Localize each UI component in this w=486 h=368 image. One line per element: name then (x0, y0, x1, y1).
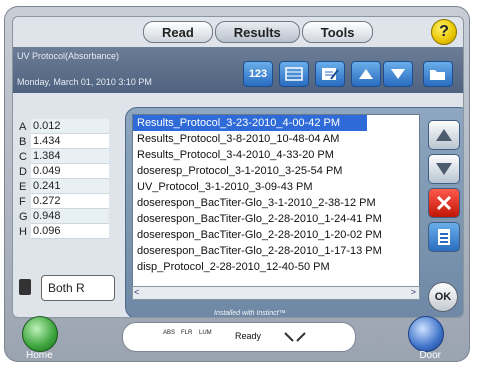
grid-view-icon[interactable] (279, 61, 309, 87)
protocol-date: Monday, March 01, 2010 3:10 PM (17, 77, 152, 87)
move-up-button[interactable] (428, 120, 460, 150)
row-letter: B (19, 135, 27, 148)
scroll-right-icon[interactable]: > (411, 287, 416, 297)
plate-row[interactable]: F 0.272 (19, 194, 109, 209)
file-list-item[interactable]: Results_Protocol_3-23-2010_4-00-42 PM (133, 115, 367, 131)
folder-open-icon[interactable] (423, 61, 453, 87)
row-value: 1.384 (31, 149, 109, 164)
close-x-icon (436, 195, 452, 211)
instrument-frame: Read Results Tools ? UV Protocol(Absorba… (4, 6, 470, 362)
row-value: 0.096 (31, 224, 109, 239)
abs-indicator: ABS (163, 330, 176, 336)
plate-results-column: A 0.012 B 1.434 C 1.384 D 0.049 E 0.241 F 0.272 G 0.9… (19, 119, 109, 239)
details-button[interactable] (428, 222, 460, 252)
row-value: 0.049 (31, 164, 109, 179)
installed-with-note: Installed with Instinct™ (214, 310, 286, 317)
row-value: 0.948 (31, 209, 109, 224)
trash-icon[interactable] (19, 279, 31, 295)
bottom-bar: Home Installed with Instinct™ ABS FLR LU… (4, 306, 470, 362)
flr-indicator: FLR (181, 330, 193, 336)
lum-indicator: LUM (199, 330, 212, 336)
tab-tools[interactable]: Tools (301, 21, 374, 43)
plate-row[interactable]: C 1.384 (19, 149, 109, 164)
row-letter: E (19, 180, 27, 193)
main-tabs: Read Results Tools (143, 21, 374, 43)
row-letter: A (19, 120, 27, 133)
plate-row[interactable]: A 0.012 (19, 119, 109, 134)
move-down-button[interactable] (428, 154, 460, 184)
row-letter: D (19, 165, 27, 178)
protocol-header: UV Protocol(Absorbance) Monday, March 01… (13, 47, 463, 93)
open-results-dialog: Results_Protocol_3-23-2010_4-00-42 PM Res… (125, 107, 463, 317)
results-file-list[interactable]: Results_Protocol_3-23-2010_4-00-42 PM Res… (132, 114, 420, 290)
row-value: 1.434 (31, 134, 109, 149)
plate-row[interactable]: G 0.948 (19, 209, 109, 224)
door-label: Door (419, 350, 441, 361)
row-letter: G (19, 210, 28, 223)
row-value: 0.241 (31, 179, 109, 194)
file-list-item[interactable]: doserespon_BacTiter-Glo_2-28-2010_1-17-1… (133, 243, 419, 259)
file-list-item[interactable]: Results_Protocol_3-4-2010_4-33-20 PM (133, 147, 419, 163)
status-ready: Ready (235, 331, 262, 341)
row-value: 0.012 (31, 119, 109, 134)
file-list-item[interactable]: Results_Protocol_3-8-2010_10-48-04 AM (133, 131, 419, 147)
edit-note-icon[interactable] (315, 61, 345, 87)
triangle-down-icon (436, 163, 452, 175)
plate-row[interactable]: B 1.434 (19, 134, 109, 149)
tab-results[interactable]: Results (214, 21, 300, 43)
protocol-name: UV Protocol(Absorbance) (17, 51, 120, 61)
row-letter: F (19, 195, 26, 208)
horizontal-scrollbar[interactable]: < > (132, 286, 420, 300)
home-label: Home (26, 350, 53, 361)
wrench-status-icon (284, 332, 306, 342)
arrow-down-icon[interactable] (383, 61, 413, 87)
arrow-up-icon[interactable] (351, 61, 381, 87)
triangle-up-icon (436, 129, 452, 141)
row-letter: C (19, 150, 27, 163)
file-list-item[interactable]: disp_Protocol_2-28-2010_12-40-50 PM (133, 259, 419, 275)
file-list-item[interactable]: UV_Protocol_3-1-2010_3-09-43 PM (133, 179, 419, 195)
help-button[interactable]: ? (431, 19, 457, 45)
door-icon[interactable] (408, 316, 444, 352)
tab-read[interactable]: Read (143, 21, 213, 43)
file-list-item[interactable]: doseresp_Protocol_3-1-2010_3-25-54 PM (133, 163, 419, 179)
document-list-icon (438, 229, 450, 245)
status-panel: ABS FLR LUM Ready (122, 322, 356, 352)
numbers-123-icon[interactable]: 123 (243, 61, 273, 87)
file-list-item[interactable]: doserespon_BacTiter-Glo_2-28-2010_1-24-4… (133, 211, 419, 227)
plate-row[interactable]: E 0.241 (19, 179, 109, 194)
plate-row[interactable]: H 0.096 (19, 224, 109, 239)
row-letter: H (19, 225, 27, 238)
display-select[interactable]: Both R (41, 275, 115, 301)
file-list-item[interactable]: doserespon_BacTiter-Glo_3-1-2010_2-38-12… (133, 195, 419, 211)
delete-button[interactable] (428, 188, 460, 218)
file-list-item[interactable]: doserespon_BacTiter-Glo_2-28-2010_1-20-0… (133, 227, 419, 243)
touch-screen: Read Results Tools ? UV Protocol(Absorba… (12, 16, 464, 318)
plate-row[interactable]: D 0.049 (19, 164, 109, 179)
home-icon[interactable] (22, 316, 58, 352)
row-value: 0.272 (31, 194, 109, 209)
scroll-left-icon[interactable]: < (134, 287, 139, 297)
